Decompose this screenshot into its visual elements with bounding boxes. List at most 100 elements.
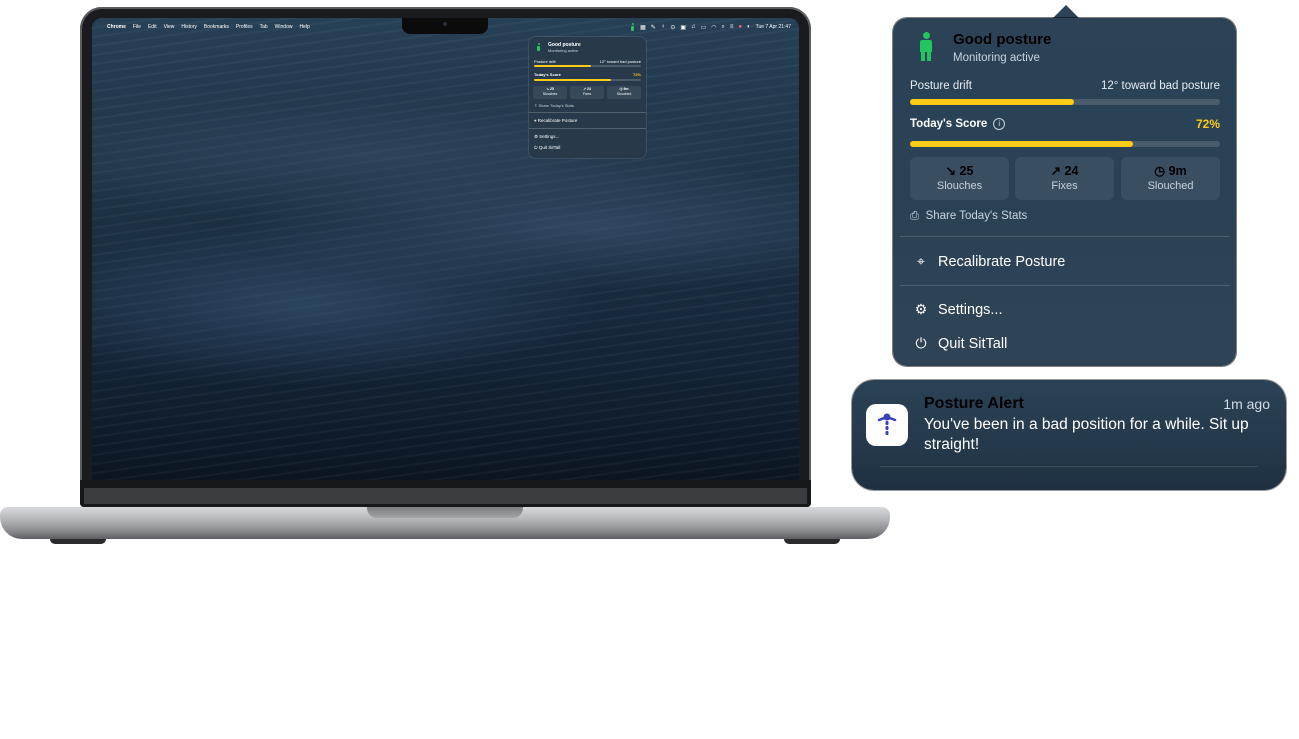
- menu-history[interactable]: History: [181, 24, 197, 30]
- settings-label: Settings...: [938, 301, 1003, 318]
- stat-slouches-label: Slouches: [936, 180, 983, 192]
- mini-stat-slouches: ↘ 25 Slouches: [533, 86, 567, 99]
- quit-label: Quit SitTall: [938, 335, 1008, 352]
- crosshair-icon: ⌖: [917, 253, 925, 269]
- share-icon: ⎙: [910, 210, 920, 222]
- power-icon: ⏻: [915, 335, 927, 351]
- mini-sittall-popup: Good posture Monitoring active Posture d…: [529, 37, 646, 158]
- screen-chin: [84, 488, 807, 504]
- posture-drift-label: Posture drift: [910, 80, 972, 92]
- mini-score-bar: [534, 79, 641, 81]
- menu-separator: [900, 236, 1230, 237]
- posture-status-title: Good posture: [953, 31, 1052, 48]
- menu-help[interactable]: Help: [299, 24, 309, 30]
- search-icon[interactable]: ⌕: [721, 24, 724, 31]
- stat-slouches: ↘ 25 Slouches: [910, 157, 1009, 200]
- mini-stat-slouched: ◷ 9m Slouched: [607, 86, 641, 99]
- menu-tab[interactable]: Tab: [260, 24, 268, 30]
- mini-separator: [529, 128, 646, 129]
- popup-arrow: [1052, 5, 1080, 19]
- mini-settings-item[interactable]: ⚙ Settings...: [534, 134, 641, 140]
- recalibrate-posture-item[interactable]: ⌖ Recalibrate Posture: [912, 253, 1065, 270]
- todays-score-label: Today's Score i: [910, 118, 1006, 130]
- siri-icon[interactable]: ◐: [747, 24, 751, 30]
- menu-window[interactable]: Window: [275, 24, 293, 30]
- mini-share-stats[interactable]: ⇪ Share Today's Stats: [534, 103, 641, 108]
- menu-profiles[interactable]: Profiles: [236, 24, 253, 30]
- gear-icon: ⚙: [914, 301, 928, 317]
- mini-stat-label: Fixes: [582, 92, 592, 96]
- notification-body: You've been in a bad position for a whil…: [924, 416, 1249, 453]
- posture-drift-value: 12° toward bad posture: [1100, 80, 1220, 92]
- menu-extra-icon[interactable]: ✎: [651, 24, 656, 31]
- todays-score-value: 72%: [1195, 117, 1220, 131]
- posture-drift-bar: [910, 99, 1220, 105]
- posture-status-subtitle: Monitoring active: [953, 52, 1040, 64]
- desktop-wallpaper: [92, 18, 799, 480]
- notification-title: Posture Alert: [924, 395, 1024, 412]
- menu-app-name[interactable]: Chrome: [107, 24, 126, 30]
- laptop-opening-notch: [367, 507, 523, 518]
- record-icon[interactable]: ●: [738, 24, 742, 30]
- menu-extra-icon[interactable]: ▦: [640, 24, 646, 31]
- menu-bookmarks[interactable]: Bookmarks: [204, 24, 229, 30]
- mini-score-bar-fill: [534, 79, 612, 81]
- settings-item[interactable]: ⚙ Settings...: [912, 301, 1003, 318]
- mini-person-icon: [536, 43, 541, 51]
- person-posture-icon: [919, 32, 933, 62]
- sittall-app-icon: [866, 404, 908, 446]
- menu-extra-icon[interactable]: ♀: [661, 24, 666, 30]
- laptop-foot: [50, 539, 106, 544]
- mini-separator: [529, 112, 646, 113]
- mini-drift-bar-fill: [534, 65, 591, 67]
- mini-quit-label: Quit SitTall: [538, 145, 561, 150]
- menu-separator: [900, 285, 1230, 286]
- share-stats-button[interactable]: ⎙ Share Today's Stats: [910, 210, 1027, 223]
- todays-score-text: Today's Score: [910, 118, 988, 130]
- stat-slouched-value: ◷ 9m: [1154, 164, 1187, 178]
- sittall-status-icon[interactable]: [630, 23, 635, 31]
- mini-score-value: 72%: [632, 72, 641, 77]
- quit-item[interactable]: ⏻ Quit SitTall: [912, 335, 1007, 352]
- mini-settings-label: Settings...: [539, 134, 560, 139]
- mini-recalibrate-label: Recalibrate Posture: [537, 118, 578, 123]
- menu-extra-icon[interactable]: ▣: [680, 24, 686, 31]
- mini-stat-value: ◷ 9m: [619, 87, 629, 91]
- menu-clock[interactable]: Tue 7 Apr 21:47: [756, 24, 791, 30]
- mini-recalibrate-item[interactable]: ⌖ Recalibrate Posture: [534, 118, 641, 123]
- mini-stat-label: Slouches: [542, 92, 558, 96]
- menu-file[interactable]: File: [133, 24, 141, 30]
- share-stats-label: Share Today's Stats: [925, 210, 1028, 222]
- stat-slouched: ◷ 9m Slouched: [1121, 157, 1220, 200]
- posture-drift-bar-fill: [910, 99, 1075, 105]
- laptop-foot: [784, 539, 840, 544]
- recalibrate-posture-label: Recalibrate Posture: [938, 253, 1066, 270]
- menu-view[interactable]: View: [164, 24, 175, 30]
- todays-score-bar-fill: [910, 141, 1134, 147]
- menu-bar: Chrome File Edit View History Bookmarks …: [92, 18, 799, 36]
- wifi-icon[interactable]: ◠: [711, 24, 716, 31]
- mini-status-subtitle: Monitoring active: [548, 48, 579, 53]
- stat-fixes-label: Fixes: [1051, 180, 1078, 192]
- menu-extra-icon[interactable]: ⊙: [670, 24, 675, 31]
- menu-edit[interactable]: Edit: [148, 24, 157, 30]
- mini-stat-value: ↘ 25: [546, 87, 554, 91]
- mini-stat-label: Slouched: [616, 92, 632, 96]
- mini-drift-bar: [534, 65, 641, 67]
- mini-stat-fixes: ↗ 24 Fixes: [570, 86, 604, 99]
- spine-icon: [877, 413, 897, 435]
- todays-score-bar: [910, 141, 1220, 147]
- stat-fixes: ↗ 24 Fixes: [1015, 157, 1114, 200]
- stat-slouched-label: Slouched: [1147, 180, 1194, 192]
- mini-stat-value: ↗ 24: [583, 87, 591, 91]
- stat-slouches-value: ↘ 25: [945, 164, 974, 178]
- mini-share-label: Share Today's Stats: [538, 103, 574, 108]
- notification-time: 1m ago: [1223, 396, 1270, 412]
- info-icon[interactable]: i: [993, 118, 1006, 130]
- notification-stack-edge: [880, 466, 1258, 491]
- control-center-icon[interactable]: ≡: [730, 24, 734, 30]
- mini-drift-value: 12° toward bad posture: [599, 59, 641, 64]
- battery-icon[interactable]: ▭: [701, 24, 707, 31]
- mini-quit-item[interactable]: ⏻ Quit SitTall: [534, 145, 641, 150]
- menu-extra-icon[interactable]: ♫: [691, 24, 696, 30]
